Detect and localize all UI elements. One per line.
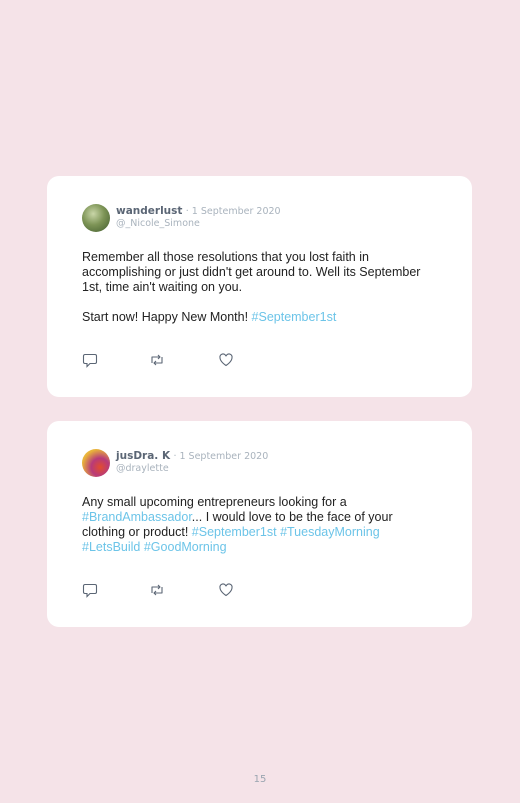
hashtag-link[interactable]: #September1st — [252, 310, 337, 324]
tweet-text: Any small upcoming entrepreneurs looking… — [82, 495, 427, 555]
page-number: 15 — [253, 774, 267, 785]
retweet-icon[interactable] — [149, 352, 165, 368]
tweet-text-run: Start now! Happy New Month! — [82, 310, 252, 324]
heart-icon[interactable] — [218, 352, 234, 368]
avatar[interactable] — [82, 204, 110, 232]
tweet-card: jusDra. K · 1 September 2020 @draylette … — [47, 421, 472, 627]
author-handle[interactable]: @draylette — [116, 463, 169, 475]
tweet-paragraph: Start now! Happy New Month! #September1s… — [82, 310, 427, 325]
author-name[interactable]: jusDra. K — [116, 450, 170, 462]
post-date: · 1 September 2020 — [173, 451, 269, 462]
heart-icon[interactable] — [218, 582, 234, 598]
tweet-card: wanderlust · 1 September 2020 @_Nicole_S… — [47, 176, 472, 397]
retweet-icon[interactable] — [149, 582, 165, 598]
post-date: · 1 September 2020 — [185, 206, 281, 217]
tweet-actions — [82, 582, 242, 598]
tweet-text: Remember all those resolutions that you … — [82, 250, 427, 325]
hashtag-link[interactable]: #September1st — [192, 525, 277, 539]
tweet-text-run: Any small upcoming entrepreneurs looking… — [82, 495, 347, 509]
author-handle[interactable]: @_Nicole_Simone — [116, 218, 200, 230]
tweet-paragraph: Remember all those resolutions that you … — [82, 250, 421, 294]
hashtag-link[interactable]: #TuesdayMorning — [280, 525, 380, 539]
tweet-paragraph: Any small upcoming entrepreneurs looking… — [82, 495, 427, 555]
author-row: jusDra. K · 1 September 2020 — [116, 449, 268, 464]
tweet-actions — [82, 352, 242, 368]
reply-icon[interactable] — [82, 582, 98, 598]
reply-icon[interactable] — [82, 352, 98, 368]
hashtag-link[interactable]: #BrandAmbassador — [82, 510, 192, 524]
author-name[interactable]: wanderlust — [116, 205, 182, 217]
hashtag-link[interactable]: #LetsBuild — [82, 540, 140, 554]
hashtag-link[interactable]: #GoodMorning — [144, 540, 227, 554]
author-row: wanderlust · 1 September 2020 — [116, 204, 281, 219]
avatar[interactable] — [82, 449, 110, 477]
